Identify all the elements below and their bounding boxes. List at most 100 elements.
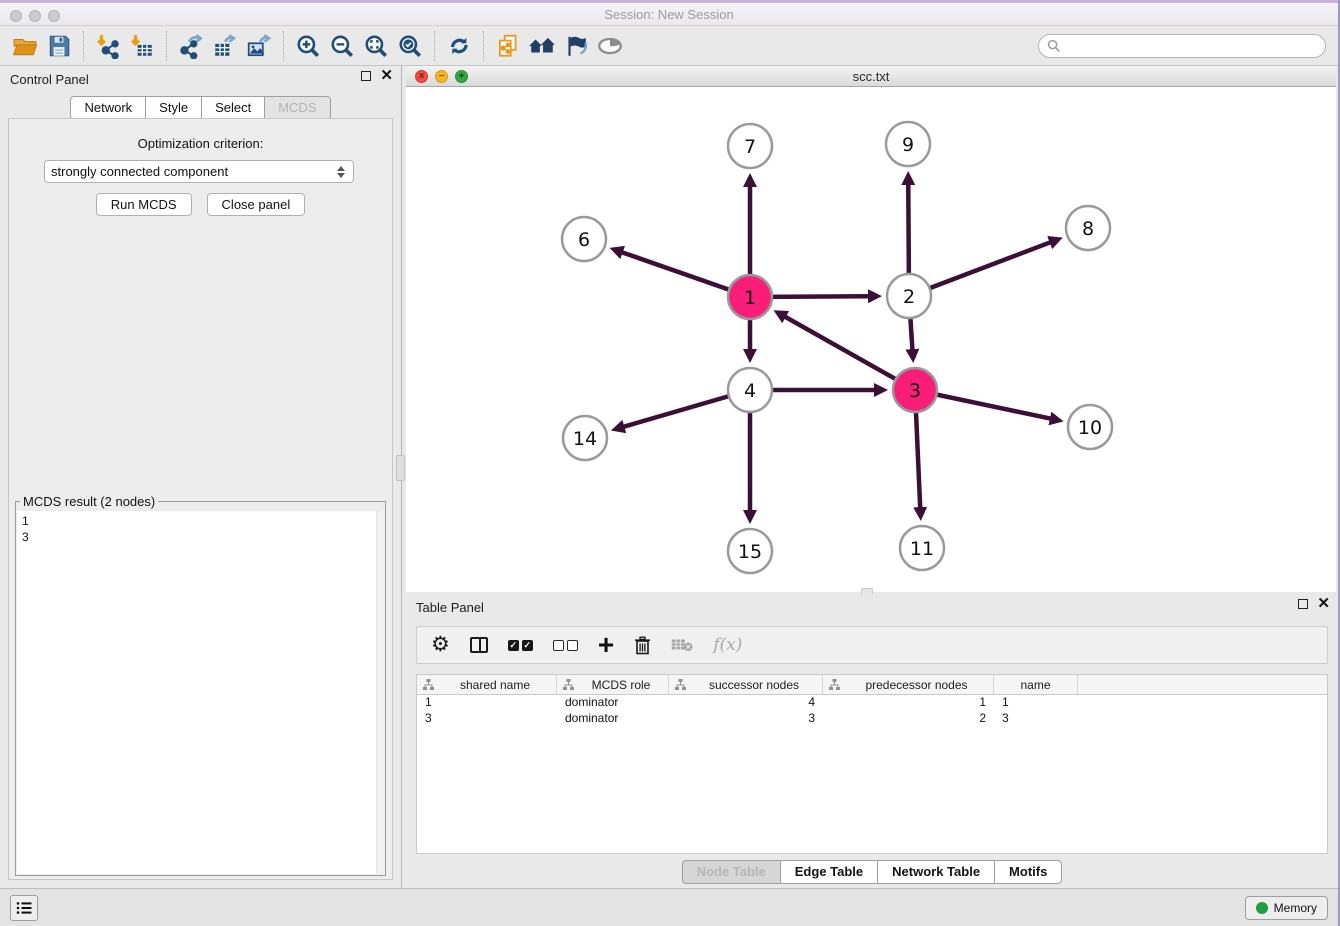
table-row[interactable]: 1dominator411 bbox=[417, 695, 1327, 711]
unselect-all-columns-icon[interactable] bbox=[553, 640, 578, 651]
tab-network-table[interactable]: Network Table bbox=[877, 860, 995, 884]
network-window-titlebar[interactable]: × − + scc.txt bbox=[406, 66, 1336, 87]
attribute-icon bbox=[563, 679, 574, 690]
tab-node-table[interactable]: Node Table bbox=[682, 860, 781, 884]
zoom-fit-button[interactable] bbox=[359, 30, 393, 62]
column-header-successor-nodes[interactable]: successor nodes bbox=[669, 675, 823, 694]
network-graph[interactable]: 7 9 6 8 1 2 4 3 14 10 15 11 bbox=[406, 87, 1336, 592]
table-panel-tabs: Node TableEdge TableNetwork TableMotifs bbox=[406, 860, 1338, 884]
node-6[interactable]: 6 bbox=[562, 217, 606, 261]
node-11[interactable]: 11 bbox=[900, 526, 944, 570]
svg-text:8: 8 bbox=[1082, 218, 1094, 240]
new-network-from-selection-button[interactable] bbox=[491, 30, 525, 62]
import-network-button[interactable] bbox=[91, 30, 125, 62]
vertical-splitter-grip[interactable] bbox=[396, 455, 405, 481]
node-4[interactable]: 4 bbox=[728, 368, 772, 412]
search-box[interactable] bbox=[1038, 34, 1326, 58]
tab-network[interactable]: Network bbox=[70, 96, 146, 120]
run-mcds-button[interactable]: Run MCDS bbox=[96, 193, 192, 216]
control-panel-tabs: NetworkStyleSelectMCDS bbox=[0, 96, 401, 120]
graphics-details-button[interactable] bbox=[593, 30, 627, 62]
export-network-icon bbox=[178, 33, 204, 59]
zoom-selected-button[interactable] bbox=[393, 30, 427, 62]
node-10[interactable]: 10 bbox=[1068, 405, 1112, 449]
network-canvas[interactable]: 7 9 6 8 1 2 4 3 14 10 15 11 bbox=[406, 87, 1336, 592]
column-header-MCDS-role[interactable]: MCDS role bbox=[557, 675, 669, 694]
mcds-result-group: MCDS result (2 nodes) 1 3 bbox=[15, 494, 386, 876]
table-cell[interactable]: 3 bbox=[994, 711, 1078, 727]
export-image-button[interactable] bbox=[242, 30, 276, 62]
float-panel-icon[interactable] bbox=[361, 71, 371, 81]
table-cell[interactable]: 3 bbox=[417, 711, 557, 727]
column-header-shared-name[interactable]: shared name bbox=[417, 675, 557, 694]
zoom-fit-icon bbox=[363, 33, 389, 59]
table-cell[interactable]: 1 bbox=[823, 695, 994, 711]
mcds-result-textarea[interactable]: 1 3 bbox=[17, 511, 384, 874]
table-cell[interactable]: 3 bbox=[669, 711, 823, 727]
close-panel-icon[interactable]: ✕ bbox=[380, 70, 393, 82]
result-scrollbar[interactable] bbox=[376, 511, 384, 874]
table-cell[interactable]: dominator bbox=[557, 695, 669, 711]
optimization-criterion-select[interactable]: strongly connected component bbox=[44, 160, 354, 183]
node-7[interactable]: 7 bbox=[728, 124, 772, 168]
apply-layout-button[interactable] bbox=[442, 30, 476, 62]
table-cell[interactable]: 2 bbox=[823, 711, 994, 727]
tab-mcds[interactable]: MCDS bbox=[264, 96, 330, 120]
flag-toggle-button[interactable] bbox=[559, 30, 593, 62]
tab-style[interactable]: Style bbox=[145, 96, 202, 120]
toolbar-separator bbox=[83, 31, 84, 61]
open-session-button[interactable] bbox=[8, 30, 42, 62]
node-2[interactable]: 2 bbox=[887, 274, 931, 318]
cyndex-home-button[interactable] bbox=[525, 30, 559, 62]
node-14[interactable]: 14 bbox=[563, 416, 607, 460]
table-cell[interactable]: 4 bbox=[669, 695, 823, 711]
delete-column-icon[interactable] bbox=[634, 636, 651, 655]
svg-text:15: 15 bbox=[738, 541, 762, 563]
save-session-button[interactable] bbox=[42, 30, 76, 62]
task-history-button[interactable] bbox=[10, 895, 38, 921]
window-title: Session: New Session bbox=[0, 7, 1338, 22]
application-window: Session: New Session bbox=[0, 0, 1340, 926]
float-table-panel-icon[interactable] bbox=[1298, 599, 1308, 609]
mcds-result-title: MCDS result (2 nodes) bbox=[20, 494, 158, 509]
zoom-in-button[interactable] bbox=[291, 30, 325, 62]
main-toolbar bbox=[0, 26, 1338, 66]
column-header-name[interactable]: name bbox=[994, 675, 1078, 694]
select-all-columns-icon[interactable]: ✓✓ bbox=[508, 640, 533, 651]
status-bar: Memory bbox=[0, 888, 1338, 926]
tab-motifs[interactable]: Motifs bbox=[994, 860, 1062, 884]
add-column-icon[interactable]: + bbox=[598, 634, 614, 656]
two-houses-icon bbox=[528, 33, 556, 59]
memory-button[interactable]: Memory bbox=[1245, 896, 1328, 920]
table-cell[interactable]: dominator bbox=[557, 711, 669, 727]
export-network-button[interactable] bbox=[174, 30, 208, 62]
table-cell[interactable]: 1 bbox=[417, 695, 557, 711]
search-input[interactable] bbox=[1061, 39, 1325, 53]
close-table-panel-icon[interactable]: ✕ bbox=[1317, 598, 1330, 610]
control-panel-title: Control Panel bbox=[10, 72, 89, 87]
table-cell[interactable]: 1 bbox=[994, 695, 1078, 711]
tab-edge-table[interactable]: Edge Table bbox=[780, 860, 878, 884]
import-table-icon bbox=[129, 33, 155, 59]
table-panel: Table Panel ✕ ⚙ ✓✓ + bbox=[406, 594, 1338, 888]
export-table-button[interactable] bbox=[208, 30, 242, 62]
toolbar-separator bbox=[434, 31, 435, 61]
export-table-icon bbox=[212, 33, 238, 59]
node-15[interactable]: 15 bbox=[728, 529, 772, 573]
table-toolbar: ⚙ ✓✓ + bbox=[416, 626, 1328, 664]
node-3[interactable]: 3 bbox=[893, 368, 937, 412]
column-header-predecessor-nodes[interactable]: predecessor nodes bbox=[823, 675, 994, 694]
zoom-out-button[interactable] bbox=[325, 30, 359, 62]
network-window-title: scc.txt bbox=[406, 69, 1336, 84]
table-row[interactable]: 3dominator323 bbox=[417, 711, 1327, 727]
zoom-in-icon bbox=[295, 33, 321, 59]
close-panel-button[interactable]: Close panel bbox=[207, 193, 306, 216]
column-selector-icon[interactable] bbox=[470, 637, 488, 653]
import-table-button[interactable] bbox=[125, 30, 159, 62]
node-9[interactable]: 9 bbox=[886, 122, 930, 166]
node-8[interactable]: 8 bbox=[1066, 206, 1110, 250]
clone-network-icon bbox=[495, 33, 521, 59]
tab-select[interactable]: Select bbox=[201, 96, 265, 120]
node-1[interactable]: 1 bbox=[728, 275, 772, 319]
table-settings-gear-icon[interactable]: ⚙ bbox=[431, 635, 450, 655]
